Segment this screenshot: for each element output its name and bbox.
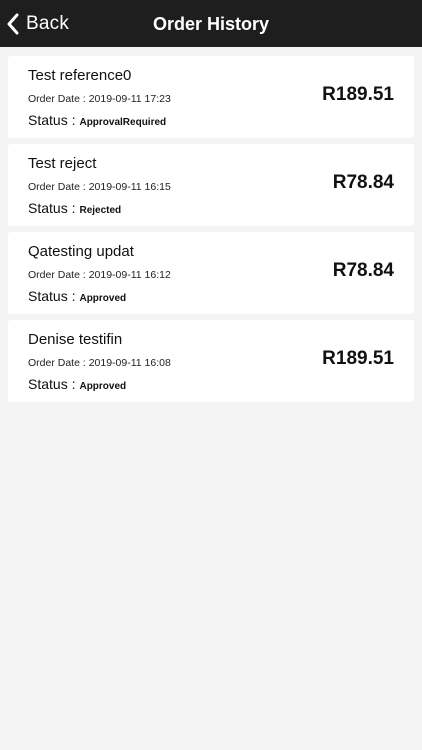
order-date: Order Date : 2019-09-11 17:23 <box>28 93 171 105</box>
order-status-row: Status : Rejected <box>28 200 121 216</box>
order-date: Order Date : 2019-09-11 16:08 <box>28 357 171 369</box>
order-name: Denise testifin <box>28 331 123 348</box>
order-card[interactable]: Denise testifin Order Date : 2019-09-11 … <box>8 320 414 402</box>
order-list: Test reference0 Order Date : 2019-09-11 … <box>8 56 414 408</box>
status-value: Approved <box>79 293 127 304</box>
order-status-row: Status : Approved <box>28 288 126 304</box>
order-amount: R78.84 <box>332 260 394 281</box>
status-label: Status : <box>28 112 76 128</box>
status-label: Status : <box>28 200 76 216</box>
order-card[interactable]: Qatesting updat Order Date : 2019-09-11 … <box>8 232 414 314</box>
order-amount: R189.51 <box>322 84 394 105</box>
order-card[interactable]: Test reference0 Order Date : 2019-09-11 … <box>8 56 414 138</box>
status-label: Status : <box>28 376 76 392</box>
status-value: Rejected <box>79 205 122 216</box>
order-amount: R78.84 <box>332 172 394 193</box>
order-name: Test reference0 <box>28 67 132 84</box>
order-name: Test reject <box>28 155 97 172</box>
order-amount: R189.51 <box>322 348 394 369</box>
back-button[interactable]: Back <box>6 0 69 47</box>
navigation-bar: Back Order History <box>0 0 422 47</box>
back-label: Back <box>26 12 70 34</box>
chevron-left-icon <box>6 13 20 35</box>
order-name: Qatesting updat <box>28 243 134 260</box>
order-status-row: Status : Approved <box>28 376 126 392</box>
order-card[interactable]: Test reject Order Date : 2019-09-11 16:1… <box>8 144 414 226</box>
order-date: Order Date : 2019-09-11 16:15 <box>28 181 171 193</box>
order-date: Order Date : 2019-09-11 16:12 <box>28 269 171 281</box>
status-value: ApprovalRequired <box>79 117 167 128</box>
order-status-row: Status : ApprovalRequired <box>28 112 166 128</box>
status-label: Status : <box>28 288 76 304</box>
status-value: Approved <box>79 381 127 392</box>
